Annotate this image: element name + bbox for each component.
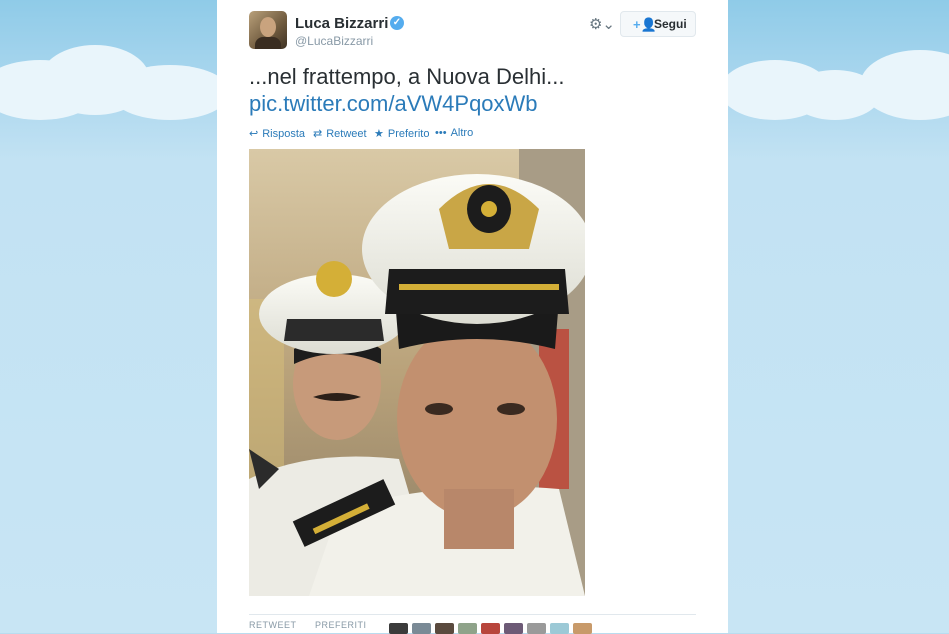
avatar[interactable] [527, 623, 546, 634]
more-icon: ••• [435, 127, 447, 139]
avatar[interactable] [504, 623, 523, 634]
avatar[interactable] [573, 623, 592, 634]
favorite-button[interactable]: ★ Preferito [374, 127, 429, 140]
avatar[interactable] [435, 623, 454, 634]
author-handle[interactable]: @LucaBizzarri [295, 34, 373, 48]
favorites-label[interactable]: PREFERITI [315, 620, 367, 630]
avatar[interactable] [458, 623, 477, 634]
retweet-icon: ⇄ [313, 128, 323, 140]
favorite-label: Preferito [387, 128, 430, 140]
cloud-left [110, 65, 230, 120]
avatar[interactable] [412, 623, 431, 634]
tweet-photo[interactable] [249, 149, 585, 596]
author-name[interactable]: Luca Bizzarri [295, 15, 388, 32]
reply-label: Risposta [262, 128, 306, 140]
retweets-label[interactable]: RETWEET [249, 620, 297, 630]
reply-button[interactable]: ↩ Risposta [249, 127, 305, 140]
tweet-stats: RETWEET PREFERITI [249, 614, 696, 634]
avatar[interactable] [249, 11, 287, 49]
avatar[interactable] [481, 623, 500, 634]
avatar[interactable] [550, 623, 569, 634]
gear-icon[interactable]: ⚙⌄ [588, 14, 616, 36]
follow-label: Segui [654, 17, 687, 31]
verified-badge-icon: ✓ [390, 16, 404, 30]
star-icon: ★ [374, 128, 384, 140]
avatar[interactable] [389, 623, 408, 634]
photo-illustration [249, 149, 585, 596]
tweet-card: Luca Bizzarri ✓ @LucaBizzarri ⚙⌄ +👤 Segu… [217, 0, 728, 634]
reply-icon: ↩ [249, 128, 259, 140]
retweet-label: Retweet [326, 128, 367, 140]
retweet-button[interactable]: ⇄ Retweet [313, 127, 367, 140]
tweet-link[interactable]: pic.twitter.com/aVW4PqoxWb [249, 90, 538, 118]
tweet-text: ...nel frattempo, a Nuova Delhi... [249, 64, 565, 89]
more-label: Altro [450, 127, 474, 139]
more-button[interactable]: ••• Altro [435, 127, 473, 139]
follow-button[interactable]: +👤 Segui [620, 11, 696, 37]
